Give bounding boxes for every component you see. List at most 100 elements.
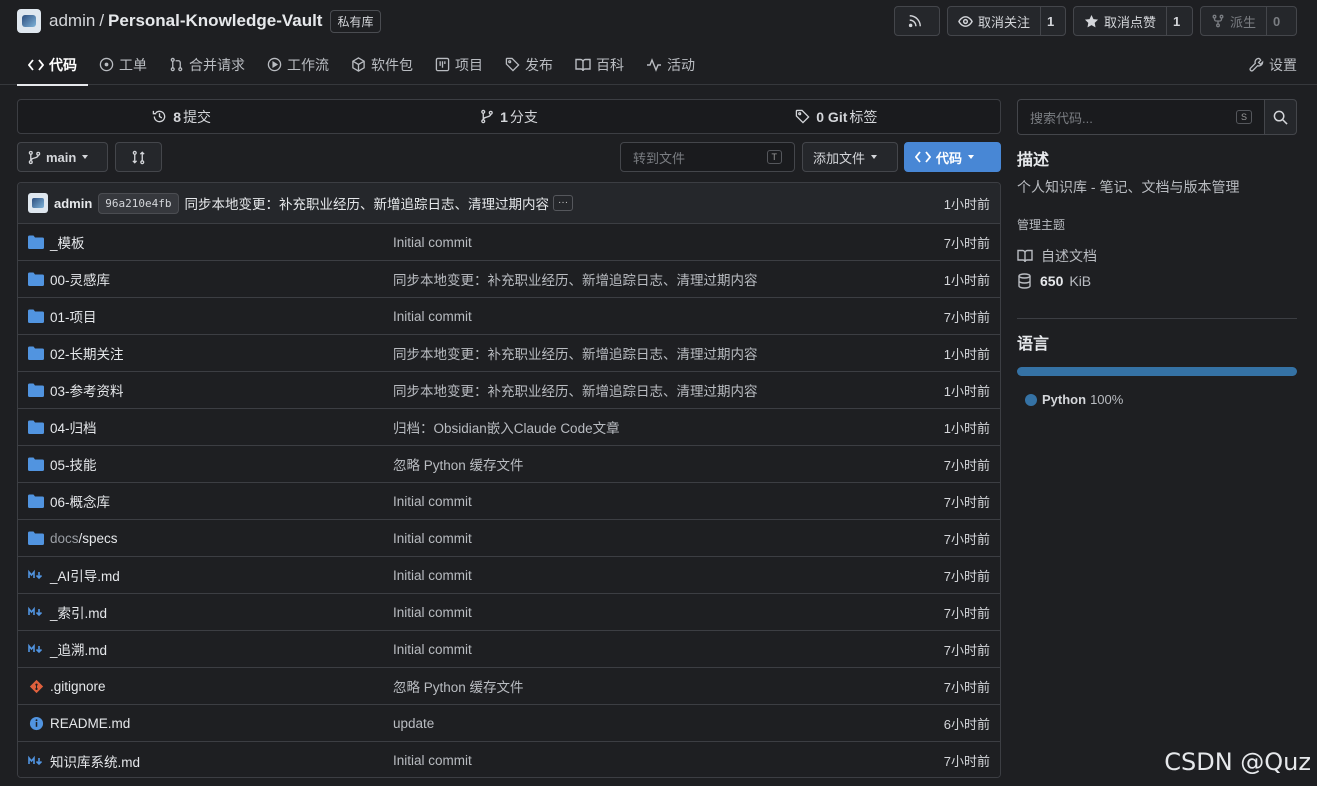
unstar-button[interactable]: 取消点赞 1 <box>1073 6 1193 36</box>
goto-file-input[interactable]: 转到文件 T <box>620 142 795 172</box>
repo-name-link[interactable]: Personal-Knowledge-Vault <box>108 11 322 31</box>
file-commit-message[interactable]: Initial commit <box>393 531 472 546</box>
file-name-link[interactable]: docs/specs <box>28 530 393 546</box>
file-row[interactable]: _索引.md Initial commit 7小时前 <box>18 594 1000 631</box>
file-commit-message[interactable]: Initial commit <box>393 235 472 250</box>
compare-icon <box>132 150 145 164</box>
repo-size-value: 650 <box>1040 273 1064 289</box>
commit-message[interactable]: 同步本地变更：补充职业经历、新增追踪日志、清理过期内容 <box>185 193 550 213</box>
file-commit-message[interactable]: Initial commit <box>393 494 472 509</box>
file-commit-message[interactable]: Initial commit <box>393 753 472 768</box>
code-search-button[interactable] <box>1264 99 1297 135</box>
file-row[interactable]: 04-归档 归档：Obsidian嵌入Claude Code文章 1小时前 <box>18 409 1000 446</box>
file-commit-message[interactable]: Initial commit <box>393 642 472 657</box>
commits-stat[interactable]: 8 提交 <box>18 100 345 133</box>
code-search-placeholder: 搜索代码... <box>1030 110 1093 126</box>
file-commit-message[interactable]: 忽略 Python 缓存文件 <box>393 454 524 474</box>
file-commit-message[interactable]: Initial commit <box>393 568 472 583</box>
file-row[interactable]: _追溯.md Initial commit 7小时前 <box>18 631 1000 668</box>
repo-avatar[interactable] <box>17 9 41 33</box>
add-file-button[interactable]: 添加文件 <box>802 142 898 172</box>
tab-actions[interactable]: 工作流 <box>256 44 340 85</box>
file-name-link[interactable]: 02-长期关注 <box>28 343 393 363</box>
readme-label: 自述文档 <box>1041 248 1097 264</box>
file-row[interactable]: 02-长期关注 同步本地变更：补充职业经历、新增追踪日志、清理过期内容 1小时前 <box>18 335 1000 372</box>
latest-commit-bar: admin 96a210e4fb 同步本地变更：补充职业经历、新增追踪日志、清理… <box>18 183 1000 224</box>
tags-stat[interactable]: 0 Git 标签 <box>673 100 1000 133</box>
manage-topics-link[interactable]: 管理主题 <box>1017 216 1065 233</box>
file-name-link[interactable]: _AI引导.md <box>28 565 393 585</box>
file-commit-time: 7小时前 <box>943 754 990 769</box>
readme-link[interactable]: 自述文档 <box>1017 246 1097 266</box>
fork-count[interactable]: 0 <box>1266 7 1286 35</box>
file-commit-message[interactable]: 忽略 Python 缓存文件 <box>393 676 524 696</box>
branches-label: 分支 <box>509 108 538 125</box>
file-row[interactable]: .gitignore 忽略 Python 缓存文件 7小时前 <box>18 668 1000 705</box>
file-row[interactable]: 知识库系统.md Initial commit 7小时前 <box>18 742 1000 777</box>
file-name-link[interactable]: 01-项目 <box>28 306 393 326</box>
rss-button[interactable] <box>894 6 940 36</box>
code-clone-button[interactable]: 代码 <box>904 142 1001 172</box>
file-row[interactable]: 03-参考资料 同步本地变更：补充职业经历、新增追踪日志、清理过期内容 1小时前 <box>18 372 1000 409</box>
tab-code[interactable]: 代码 <box>17 44 88 86</box>
chevron-down-icon <box>82 155 89 159</box>
branches-stat[interactable]: 1 分支 <box>345 100 672 133</box>
file-name-link[interactable]: 00-灵感库 <box>28 269 393 289</box>
file-commit-message[interactable]: 同步本地变更：补充职业经历、新增追踪日志、清理过期内容 <box>393 269 758 289</box>
language-bar <box>1017 367 1297 376</box>
star-count[interactable]: 1 <box>1166 7 1186 35</box>
file-commit-message[interactable]: 归档：Obsidian嵌入Claude Code文章 <box>393 417 620 437</box>
tab-issues[interactable]: 工单 <box>88 44 158 85</box>
file-row[interactable]: docs/specs Initial commit 7小时前 <box>18 520 1000 557</box>
folder-icon <box>28 234 44 250</box>
file-list: _模板 Initial commit 7小时前 00-灵感库 同步本地变更：补充职业经历… <box>18 224 1000 777</box>
tab-activity[interactable]: 活动 <box>635 44 706 85</box>
file-name-link[interactable]: 知识库系统.md <box>28 751 393 771</box>
tab-packages[interactable]: 软件包 <box>340 44 424 85</box>
file-row[interactable]: 00-灵感库 同步本地变更：补充职业经历、新增追踪日志、清理过期内容 1小时前 <box>18 261 1000 298</box>
file-name-link[interactable]: 04-归档 <box>28 417 393 437</box>
file-row[interactable]: _模板 Initial commit 7小时前 <box>18 224 1000 261</box>
language-percent: 100% <box>1090 392 1124 407</box>
file-name-link[interactable]: 05-技能 <box>28 454 393 474</box>
fork-button[interactable]: 派生 0 <box>1200 6 1297 36</box>
file-commit-message[interactable]: update <box>393 716 434 731</box>
repo-description: 个人知识库 - 笔记、文档与版本管理 <box>1017 179 1240 195</box>
file-name-link[interactable]: _模板 <box>28 232 393 252</box>
branch-selector[interactable]: main <box>17 142 108 172</box>
file-name-link[interactable]: _追溯.md <box>28 639 393 659</box>
watch-count[interactable]: 1 <box>1040 7 1060 35</box>
file-row[interactable]: _AI引导.md Initial commit 7小时前 <box>18 557 1000 594</box>
file-row[interactable]: 06-概念库 Initial commit 7小时前 <box>18 483 1000 520</box>
commit-expand-button[interactable]: ··· <box>553 195 574 211</box>
tab-releases[interactable]: 发布 <box>494 44 564 85</box>
file-row[interactable]: 01-项目 Initial commit 7小时前 <box>18 298 1000 335</box>
file-commit-message[interactable]: 同步本地变更：补充职业经历、新增追踪日志、清理过期内容 <box>393 380 758 400</box>
commit-sha[interactable]: 96a210e4fb <box>98 192 179 214</box>
file-name-link[interactable]: .gitignore <box>28 678 393 694</box>
file-commit-message[interactable]: Initial commit <box>393 309 472 324</box>
tab-settings[interactable]: 设置 <box>1249 44 1297 85</box>
code-search-input[interactable]: 搜索代码... S <box>1017 99 1264 135</box>
file-commit-message[interactable]: 同步本地变更：补充职业经历、新增追踪日志、清理过期内容 <box>393 343 758 363</box>
tab-wiki[interactable]: 百科 <box>564 44 635 85</box>
avatar[interactable] <box>28 193 48 213</box>
file-row[interactable]: 05-技能 忽略 Python 缓存文件 7小时前 <box>18 446 1000 483</box>
unwatch-button[interactable]: 取消关注 1 <box>947 6 1066 36</box>
file-commit-message[interactable]: Initial commit <box>393 605 472 620</box>
repo-owner-link[interactable]: admin <box>49 11 95 31</box>
file-name-link[interactable]: _索引.md <box>28 602 393 622</box>
tab-projects[interactable]: 项目 <box>424 44 494 85</box>
file-name-link[interactable]: 06-概念库 <box>28 491 393 511</box>
file-row[interactable]: README.md update 6小时前 <box>18 705 1000 742</box>
markdown-icon <box>28 641 44 657</box>
file-name-link[interactable]: README.md <box>28 715 393 731</box>
compare-button[interactable] <box>115 142 162 172</box>
language-item: Python 100% <box>1025 392 1123 407</box>
tab-pull-requests[interactable]: 合并请求 <box>158 44 256 85</box>
file-name-link[interactable]: 03-参考资料 <box>28 380 393 400</box>
markdown-icon <box>28 753 44 769</box>
commit-author[interactable]: admin <box>54 196 92 211</box>
goto-file-shortcut: T <box>766 150 782 164</box>
tag-icon <box>505 57 520 72</box>
